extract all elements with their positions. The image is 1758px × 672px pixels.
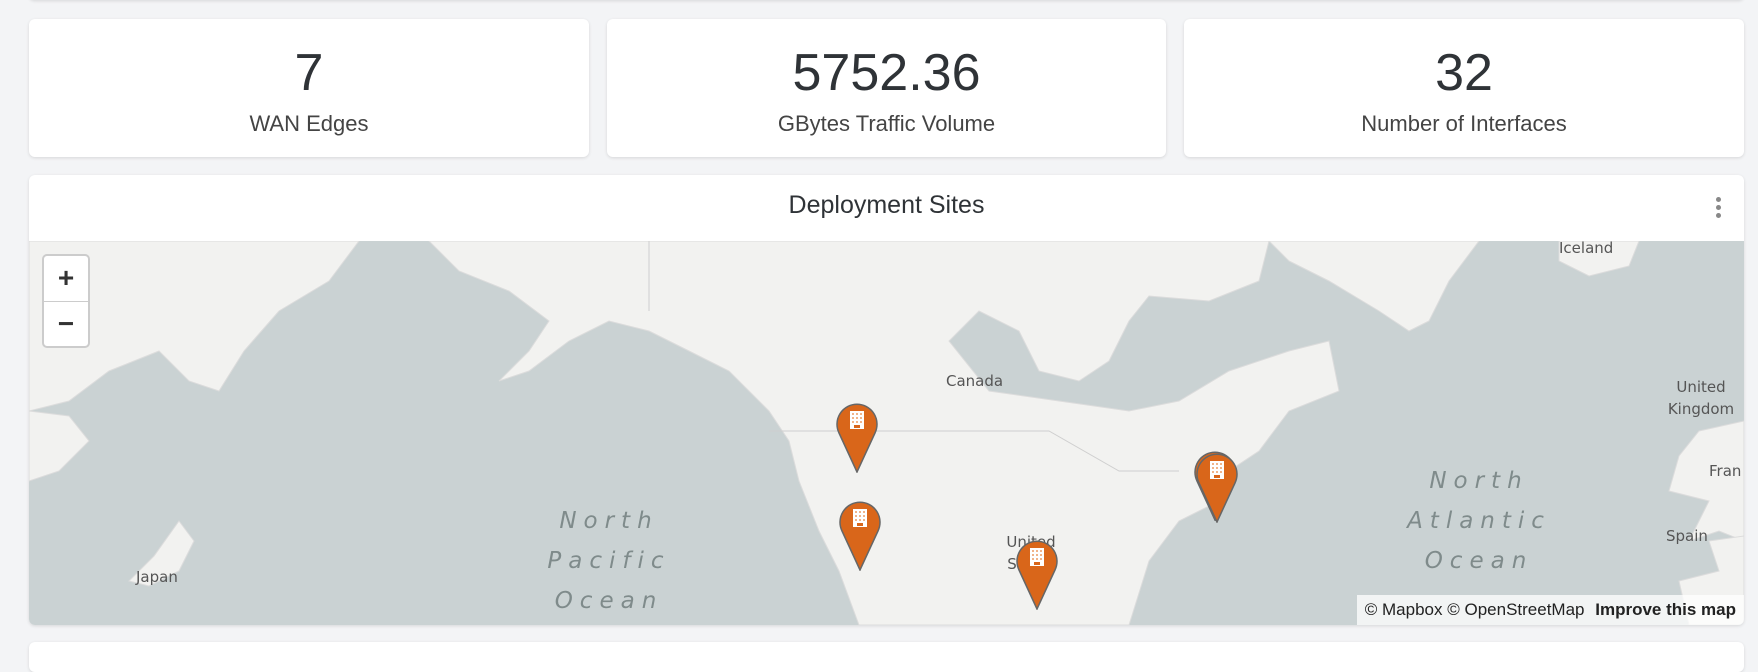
map-canvas[interactable]: + − Iceland Canada United Kingdom Fran S… <box>29 241 1744 625</box>
zoom-in-button[interactable]: + <box>44 256 88 302</box>
map-label-france: Fran <box>1709 462 1742 480</box>
map-attribution: © Mapbox © OpenStreetMap Improve this ma… <box>1356 595 1744 625</box>
osm-link[interactable]: © OpenStreetMap <box>1447 600 1584 619</box>
stat-card-wan-edges: 7 WAN Edges <box>29 19 589 157</box>
stat-card-interfaces: 32 Number of Interfaces <box>1184 19 1744 157</box>
panel-title: Deployment Sites <box>788 191 985 219</box>
site-marker[interactable] <box>838 497 882 572</box>
building-icon <box>1210 461 1224 479</box>
stat-label: Number of Interfaces <box>1361 111 1567 136</box>
site-marker[interactable] <box>835 399 879 474</box>
map-label-uk: United Kingdom <box>1667 378 1735 418</box>
stat-label: GBytes Traffic Volume <box>777 111 996 136</box>
next-panel <box>29 642 1744 672</box>
mapbox-link[interactable]: © Mapbox <box>1365 600 1443 619</box>
building-icon <box>850 411 864 429</box>
stat-value: 32 <box>1435 44 1493 102</box>
site-marker[interactable] <box>1015 536 1059 611</box>
map-label-north-atlantic: North Atlantic Ocean <box>1407 468 1551 574</box>
building-icon <box>1030 548 1044 566</box>
more-vertical-icon[interactable] <box>1716 197 1722 221</box>
deployment-sites-panel: Deployment Sites + − Iceland Canada Unit… <box>29 175 1744 625</box>
stat-label: WAN Edges <box>249 111 369 136</box>
map-label-japan: Japan <box>136 568 178 586</box>
zoom-control: + − <box>42 254 90 348</box>
improve-map-link[interactable]: Improve this map <box>1595 600 1736 619</box>
map-label-spain: Spain <box>1666 527 1708 545</box>
stat-value: 7 <box>294 44 324 102</box>
map-label-canada: Canada <box>946 372 1004 390</box>
site-marker[interactable] <box>1195 449 1239 524</box>
stat-value: 5752.36 <box>792 44 981 102</box>
zoom-out-button[interactable]: − <box>44 302 88 347</box>
building-icon <box>853 509 867 527</box>
map-label-iceland: Iceland <box>1559 241 1614 257</box>
map-label-north-pacific: North Pacific Ocean <box>547 508 671 614</box>
stat-card-traffic-volume: 5752.36 GBytes Traffic Volume <box>607 19 1166 157</box>
